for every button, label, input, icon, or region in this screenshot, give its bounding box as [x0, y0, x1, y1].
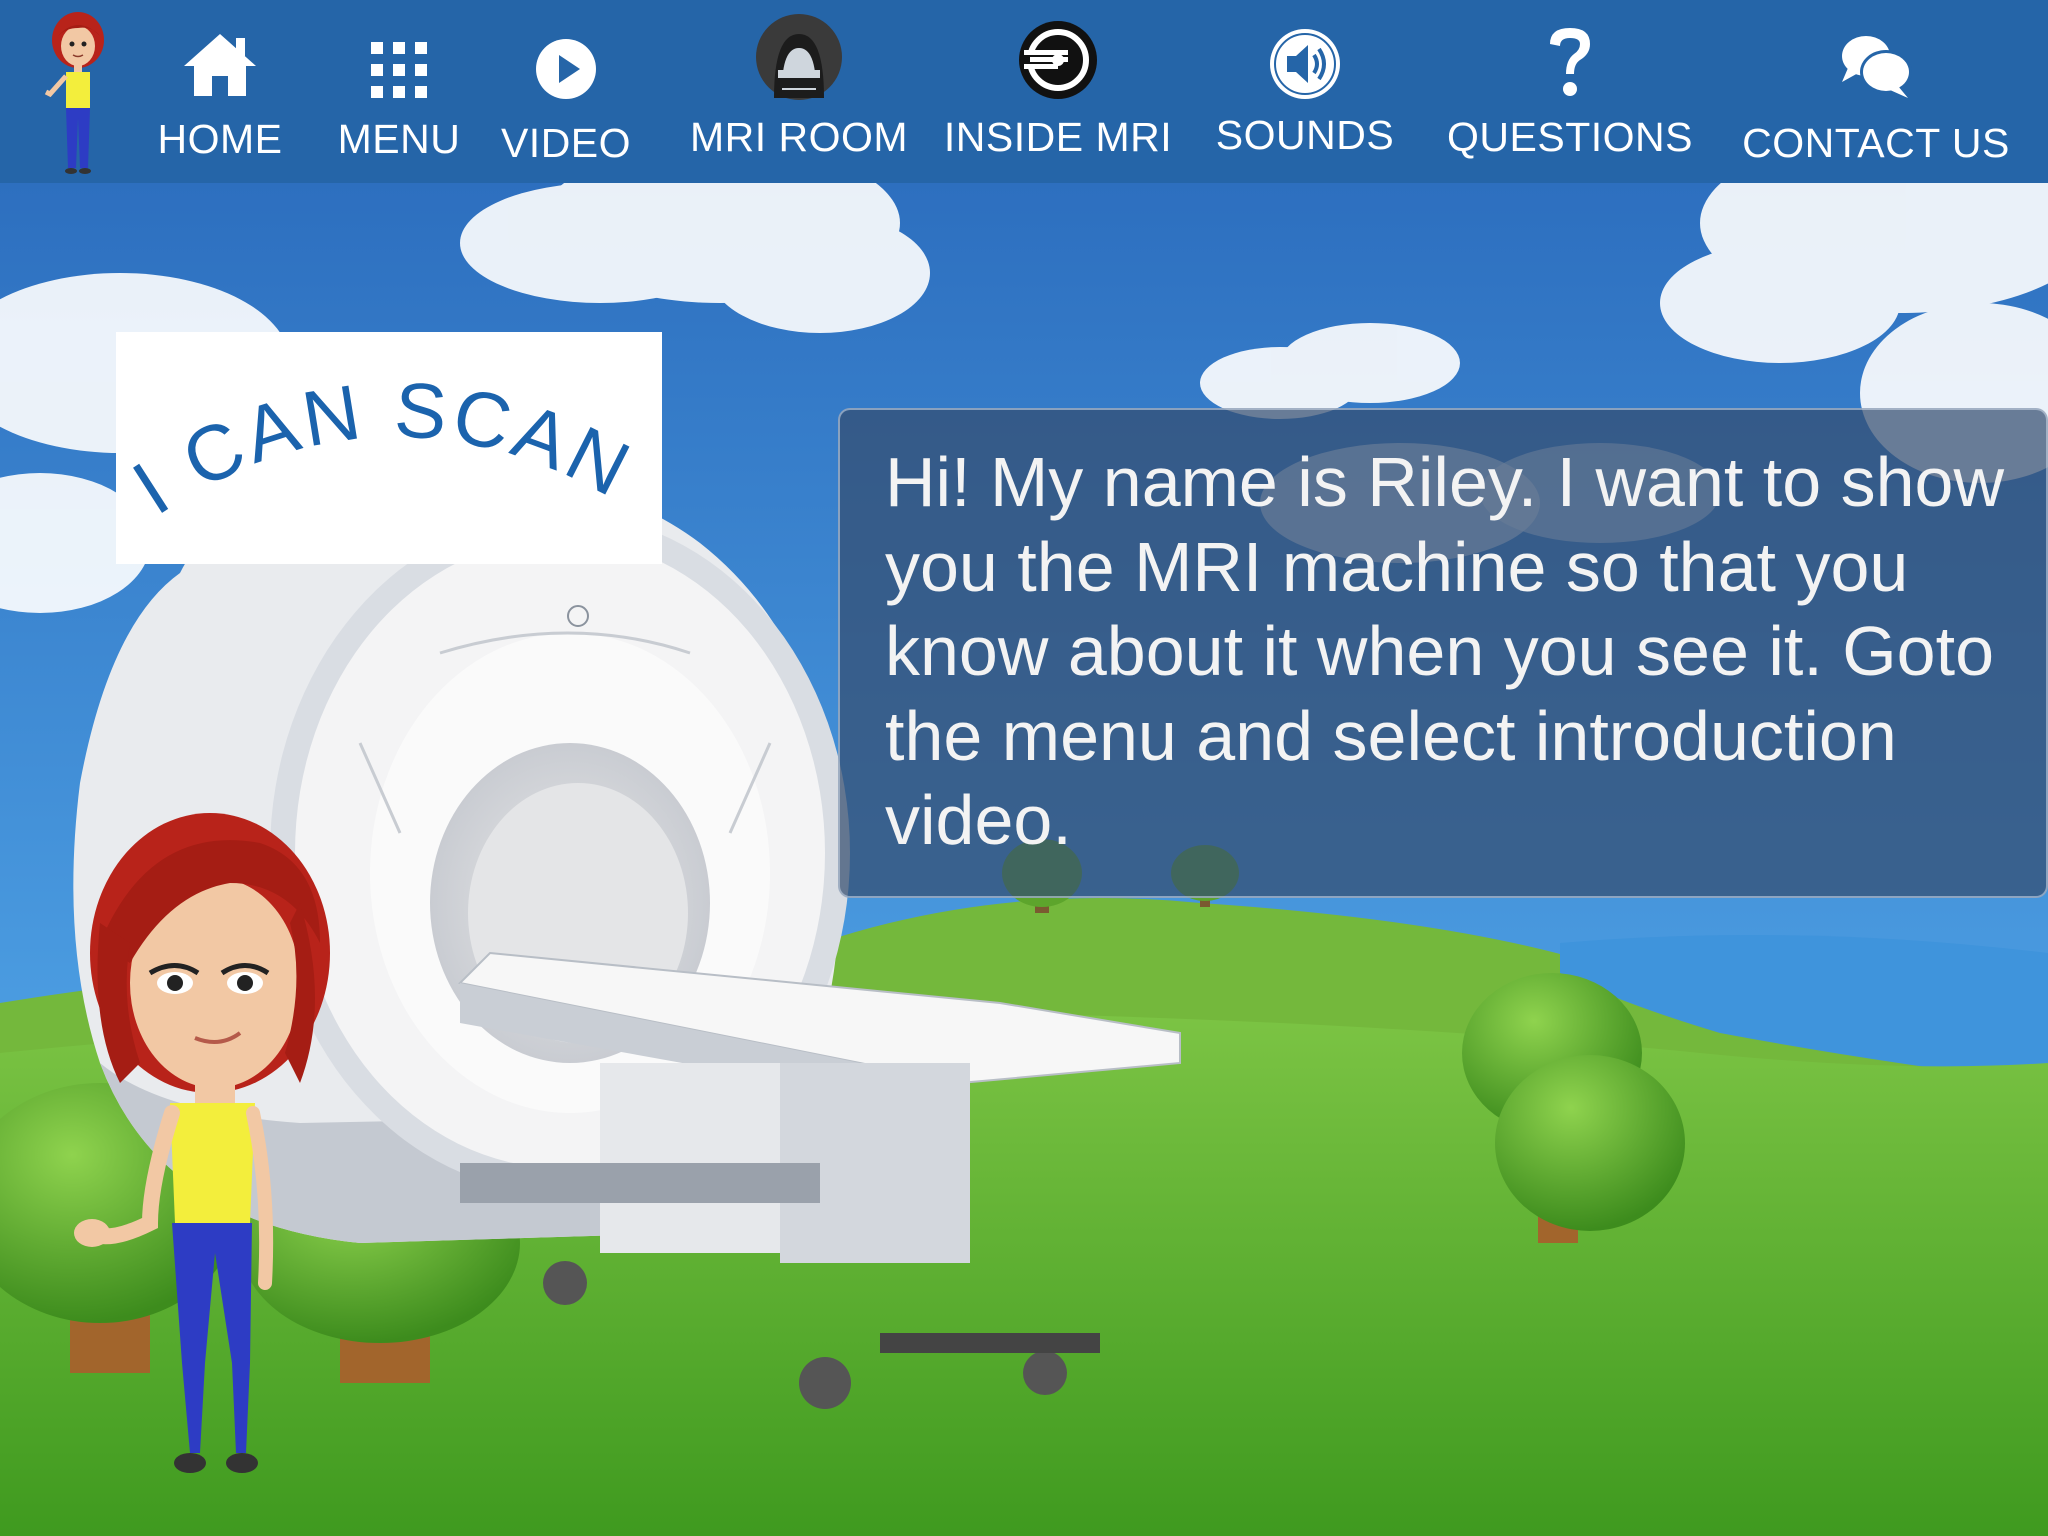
nav-inside-mri[interactable]: INSIDE MRI: [938, 0, 1178, 183]
nav-menu[interactable]: MENU: [334, 0, 464, 183]
i-can-scan-logo: I CAN SCAN: [116, 332, 662, 564]
nav-label: INSIDE MRI: [943, 114, 1173, 160]
grid-menu-icon: [344, 0, 454, 100]
nav-label: VIDEO: [500, 120, 632, 166]
nav-video[interactable]: VIDEO: [496, 0, 636, 183]
nav-label: MENU: [337, 116, 461, 162]
scene-background: I CAN SCAN Hi! My name is Riley. I want …: [0, 183, 2048, 1536]
speech-text: Hi! My name is Riley. I want to show you…: [885, 443, 2005, 859]
speech-panel: Hi! My name is Riley. I want to show you…: [838, 408, 2048, 898]
nav-contact-us[interactable]: CONTACT US: [1736, 0, 2016, 183]
nav-label: SOUNDS: [1215, 112, 1395, 158]
nav-mri-room[interactable]: MRI ROOM: [684, 0, 914, 183]
nav-home[interactable]: HOME: [155, 0, 285, 183]
chat-bubbles-icon: [1821, 0, 1931, 100]
speaker-icon: [1250, 0, 1360, 100]
play-icon: [511, 0, 621, 100]
logo-text: I CAN SCAN: [118, 365, 643, 531]
nav-sounds[interactable]: SOUNDS: [1215, 0, 1395, 183]
nav-label: QUESTIONS: [1447, 114, 1693, 160]
inside-mri-icon: [1003, 0, 1113, 100]
nav-label: MRI ROOM: [689, 114, 909, 160]
riley-avatar-icon[interactable]: [40, 8, 120, 176]
home-icon: [165, 0, 275, 100]
top-navigation-bar: HOME MENU VIDEO MRI ROOM INSIDE MRI SOUN…: [0, 0, 2048, 183]
nav-label: HOME: [157, 116, 283, 162]
svg-text:I CAN SCAN: I CAN SCAN: [118, 365, 647, 531]
mri-room-icon: [744, 0, 854, 100]
nav-questions[interactable]: QUESTIONS: [1445, 0, 1695, 183]
question-icon: [1515, 0, 1625, 100]
nav-label: CONTACT US: [1742, 120, 2010, 166]
